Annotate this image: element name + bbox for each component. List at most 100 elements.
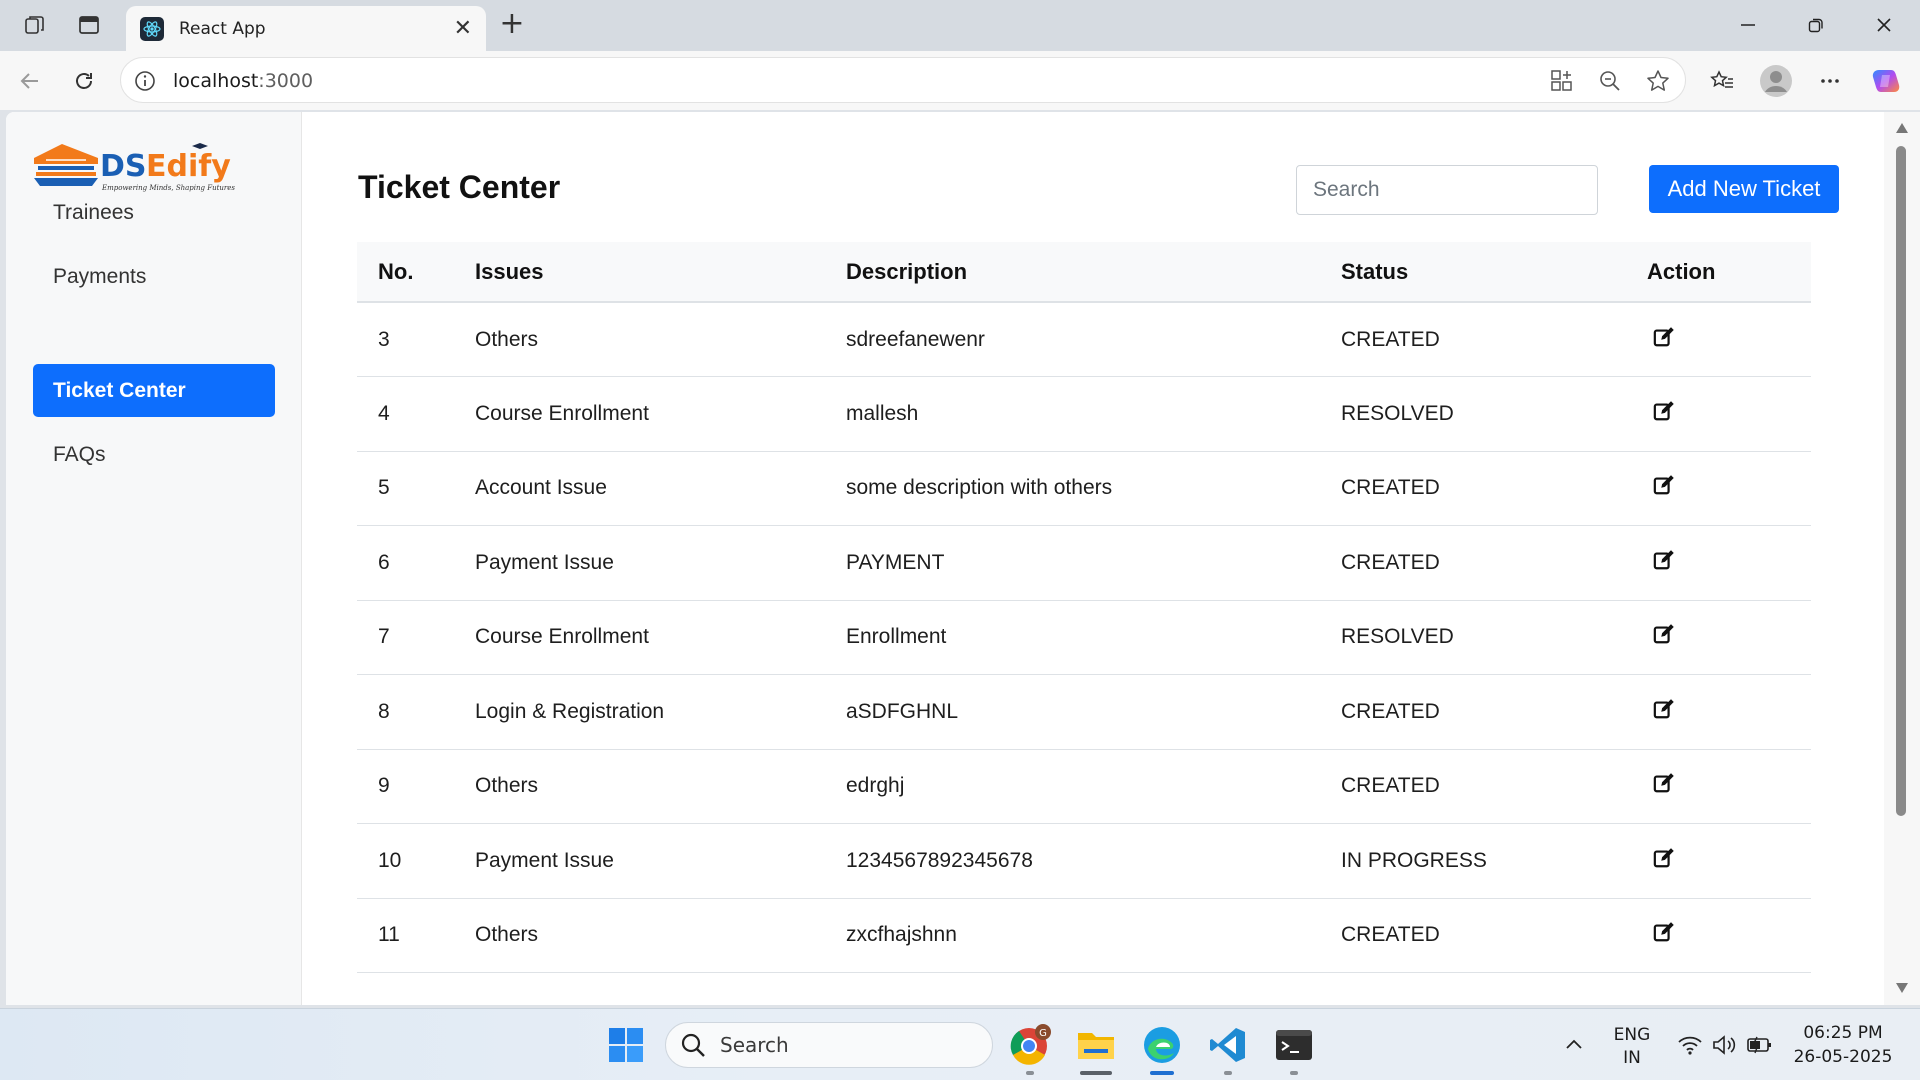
edit-icon[interactable]: [1653, 549, 1677, 573]
table-body: 3 Others sdreefanewenr CREATED 4 Course Enrol…: [357, 302, 1811, 973]
ticket-action-cell: [1641, 376, 1811, 452]
ticket-action-cell: [1641, 749, 1811, 824]
sidebar-item-trainees[interactable]: Trainees: [33, 186, 275, 239]
browser-tab[interactable]: React App ✕: [126, 6, 486, 51]
edit-icon[interactable]: [1653, 474, 1677, 498]
ticket-status-cell: RESOLVED: [1341, 376, 1641, 452]
ticket-status-cell: CREATED: [1341, 898, 1641, 973]
ticket-issue-cell: Course Enrollment: [475, 376, 846, 452]
ticket-action-cell: [1641, 525, 1811, 601]
ticket-description-cell: some description with others: [846, 451, 1341, 526]
scroll-down-icon[interactable]: [1895, 982, 1909, 994]
table-row: 3 Others sdreefanewenr CREATED: [357, 302, 1811, 377]
language-indicator[interactable]: ENG IN: [1602, 1025, 1662, 1068]
taskbar-search-label: Search: [720, 1033, 789, 1057]
ticket-status-cell: CREATED: [1341, 451, 1641, 526]
search-input[interactable]: [1296, 165, 1598, 215]
ticket-no-cell: 5: [357, 451, 475, 526]
battery-icon[interactable]: [1738, 1023, 1782, 1067]
tab-actions-icon[interactable]: [72, 9, 106, 41]
ticket-issue-cell: Others: [475, 898, 846, 973]
close-tab-icon[interactable]: ✕: [454, 16, 472, 41]
edit-icon[interactable]: [1653, 326, 1677, 350]
ticket-status-cell: IN PROGRESS: [1341, 823, 1641, 899]
page-title: Ticket Center: [358, 169, 561, 205]
add-new-ticket-button[interactable]: Add New Ticket: [1649, 165, 1839, 213]
collections-icon[interactable]: [18, 9, 52, 41]
app-available-icon[interactable]: [1549, 68, 1575, 99]
minimize-icon[interactable]: [1718, 6, 1778, 44]
back-icon[interactable]: [12, 63, 48, 99]
taskbar-search[interactable]: Search: [665, 1022, 993, 1068]
close-window-icon[interactable]: [1854, 6, 1914, 44]
ticket-description-cell: mallesh: [846, 376, 1341, 452]
chrome-icon[interactable]: G: [1008, 1023, 1052, 1067]
file-explorer-icon[interactable]: [1074, 1023, 1118, 1067]
terminal-running-indicator: [1290, 1071, 1298, 1075]
edit-icon[interactable]: [1653, 698, 1677, 722]
ticket-issue-cell: Payment Issue: [475, 823, 846, 899]
refresh-icon[interactable]: [66, 63, 102, 99]
column-header-description: Description: [846, 242, 1341, 303]
vscode-icon[interactable]: [1206, 1023, 1250, 1067]
windows-taskbar: Search G ENG IN 06:25 PM 26-05-2025: [0, 1008, 1920, 1080]
chevron-up-icon[interactable]: [1552, 1023, 1596, 1067]
favorites-icon[interactable]: [1704, 63, 1740, 99]
address-bar[interactable]: localhost:3000: [120, 57, 1686, 103]
ticket-status-cell: CREATED: [1341, 674, 1641, 750]
sidebar-item-label: Trainees: [53, 200, 134, 224]
sidebar: DS Edify Empowering Minds, Shaping Futur…: [6, 112, 302, 1005]
sidebar-item-ticket-center[interactable]: Ticket Center: [33, 364, 275, 417]
tickets-table: No. Issues Description Status Action 3 Ot…: [357, 242, 1811, 973]
scroll-thumb[interactable]: [1896, 146, 1906, 816]
svg-text:Edify: Edify: [146, 149, 231, 184]
ticket-no-cell: 8: [357, 674, 475, 750]
favorite-star-icon[interactable]: [1645, 68, 1671, 99]
clock[interactable]: 06:25 PM 26-05-2025: [1788, 1023, 1898, 1067]
vscode-running-indicator: [1224, 1071, 1232, 1075]
copilot-icon[interactable]: [1868, 63, 1904, 99]
table-row: 5 Account Issue some description with othe…: [357, 451, 1811, 526]
edit-icon[interactable]: [1653, 847, 1677, 871]
ticket-issue-cell: Others: [475, 749, 846, 824]
edit-icon[interactable]: [1653, 400, 1677, 424]
more-icon[interactable]: [1812, 63, 1848, 99]
ticket-action-cell: [1641, 451, 1811, 526]
scroll-up-icon[interactable]: [1895, 122, 1909, 134]
new-tab-icon[interactable]: +: [494, 8, 530, 42]
chrome-running-indicator: [1026, 1071, 1034, 1075]
ticket-action-cell: [1641, 823, 1811, 899]
terminal-icon[interactable]: [1272, 1023, 1316, 1067]
edge-icon[interactable]: [1140, 1023, 1184, 1067]
sidebar-item-faqs[interactable]: FAQs: [33, 428, 275, 481]
edit-icon[interactable]: [1653, 623, 1677, 647]
column-header-status: Status: [1341, 242, 1641, 303]
table-row: 7 Course Enrollment Enrollment RESOLVED: [357, 600, 1811, 675]
chrome-profile-badge: G: [1039, 1028, 1047, 1039]
region-code: IN: [1623, 1048, 1641, 1068]
clock-time: 06:25 PM: [1803, 1023, 1883, 1043]
page-viewport: DS Edify Empowering Minds, Shaping Futur…: [6, 112, 1884, 1005]
profile-icon[interactable]: [1758, 63, 1794, 99]
site-info-icon[interactable]: [133, 69, 157, 98]
ticket-status-cell: RESOLVED: [1341, 600, 1641, 675]
url-text[interactable]: localhost:3000: [173, 70, 313, 92]
table-row: 8 Login & Registration aSDFGHNL CREATED: [357, 674, 1811, 750]
page-scrollbar[interactable]: [1884, 112, 1920, 1005]
ticket-no-cell: 3: [357, 302, 475, 377]
ticket-no-cell: 7: [357, 600, 475, 675]
sidebar-item-label: FAQs: [53, 442, 106, 466]
edit-icon[interactable]: [1653, 921, 1677, 945]
ticket-issue-cell: Account Issue: [475, 451, 846, 526]
ticket-no-cell: 10: [357, 823, 475, 899]
restore-icon[interactable]: [1786, 6, 1846, 44]
url-host: localhost: [173, 70, 259, 92]
edge-active-indicator: [1150, 1071, 1174, 1075]
windows-start-icon[interactable]: [604, 1023, 648, 1067]
ticket-no-cell: 6: [357, 525, 475, 601]
edit-icon[interactable]: [1653, 772, 1677, 796]
sidebar-item-payments[interactable]: Payments: [33, 250, 275, 303]
zoom-out-icon[interactable]: [1597, 68, 1623, 99]
ticket-no-cell: 4: [357, 376, 475, 452]
column-header-no: No.: [357, 242, 475, 303]
